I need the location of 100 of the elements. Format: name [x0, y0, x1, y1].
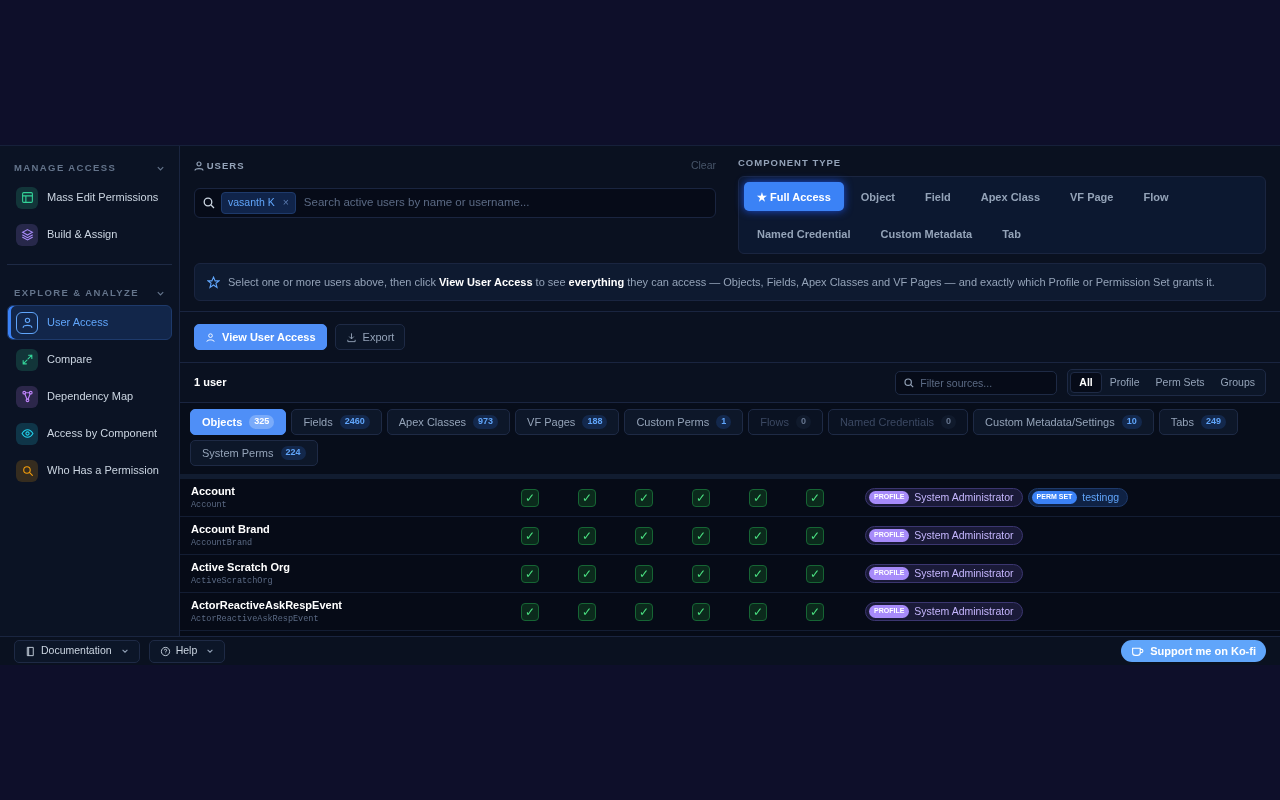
arrows-icon	[16, 348, 38, 371]
count-badge: 224	[280, 446, 306, 460]
permission-checkbox[interactable]: ✓	[578, 488, 596, 507]
count-badge: 2460	[339, 415, 370, 429]
download-icon	[345, 331, 357, 343]
permission-checkbox[interactable]: ✓	[692, 602, 710, 621]
component-type-option[interactable]: Named Credential	[744, 219, 864, 249]
user-icon	[205, 331, 216, 343]
category-tab[interactable]: Apex Classes 973	[386, 409, 511, 435]
help-button[interactable]: Help	[148, 639, 226, 663]
category-tab[interactable]: System Perms 224	[190, 440, 318, 466]
object-name: Account Brand	[191, 521, 271, 537]
permission-checkbox[interactable]: ✓	[578, 602, 596, 621]
api-name: ActorReactiveAskRespEvent	[191, 613, 320, 627]
section-title: USERS	[206, 158, 245, 173]
user-chip[interactable]: vasanth K ×	[221, 191, 296, 214]
sidebar-item[interactable]: Access by Component	[7, 416, 172, 451]
source-filter-option[interactable]: Groups	[1212, 371, 1263, 394]
book-icon	[25, 645, 36, 657]
permission-checkbox[interactable]: ✓	[521, 526, 539, 545]
permission-checkbox[interactable]: ✓	[635, 564, 653, 583]
search-icon	[16, 459, 38, 482]
permission-checkbox[interactable]: ✓	[806, 526, 824, 545]
category-tab[interactable]: Fields 2460	[291, 409, 382, 435]
component-type-option[interactable]: Object	[847, 182, 909, 212]
eye-icon	[16, 422, 38, 445]
component-type-option[interactable]: Field	[912, 182, 964, 212]
permission-checkbox[interactable]: ✓	[692, 526, 710, 545]
permission-checkbox[interactable]: ✓	[806, 564, 824, 583]
sidebar-item[interactable]: Mass Edit Permissions	[7, 180, 172, 215]
permission-checkbox[interactable]: ✓	[635, 488, 653, 507]
table-icon	[16, 186, 38, 209]
source-filter-option[interactable]: Perm Sets	[1147, 371, 1213, 394]
source-filter-option[interactable]: All	[1070, 371, 1102, 394]
user-count: 1 user	[194, 375, 227, 391]
search-icon	[904, 377, 915, 388]
count-badge: 249	[1201, 415, 1226, 429]
count-badge: 973	[473, 415, 499, 429]
api-name: AccountBrand	[191, 537, 254, 551]
component-type-option[interactable]: Apex Class	[967, 182, 1053, 212]
cup-icon	[1131, 645, 1145, 657]
help-icon	[159, 645, 171, 657]
count-badge: 0	[941, 415, 957, 429]
permission-checkbox[interactable]: ✓	[521, 564, 539, 583]
category-tab[interactable]: Tabs 249	[1158, 409, 1238, 435]
permission-checkbox[interactable]: ✓	[635, 602, 653, 621]
layers-icon	[16, 223, 38, 246]
api-name: ActiveScratchOrg	[191, 575, 274, 589]
object-name: Active Scratch Org	[191, 559, 292, 575]
section-heading: MANAGE ACCESS	[14, 160, 117, 175]
count-badge: 1	[716, 415, 732, 429]
count-badge: 325	[249, 415, 275, 429]
info-text: Select one or more users above, then click View User Access to see everything they can access — Objects, Fields, Apex Classes and VF Pages — and exactly which Profile or Permission Set grants it.	[228, 274, 1215, 290]
count-badge: 10	[1121, 415, 1142, 429]
nodes-icon	[16, 385, 38, 408]
user-icon	[194, 160, 204, 171]
permission-checkbox[interactable]: ✓	[578, 526, 596, 545]
user-search-field[interactable]: vasanth K × Search active users by name or username...	[194, 187, 716, 218]
caret-icon	[120, 647, 129, 655]
permission-checkbox[interactable]: ✓	[749, 602, 767, 621]
count-badge: 0	[795, 415, 811, 429]
permission-checkbox[interactable]: ✓	[749, 564, 767, 583]
sidebar-item[interactable]: User Access	[7, 305, 172, 340]
source-filter-option[interactable]: Profile	[1101, 371, 1148, 394]
category-tab[interactable]: VF Pages 188	[515, 409, 620, 435]
sidebar-item[interactable]: Build & Assign	[7, 217, 172, 252]
sidebar-item[interactable]: Dependency Map	[7, 379, 172, 414]
export-button[interactable]: Export	[334, 324, 406, 350]
component-type-option[interactable]: Tab	[989, 219, 1034, 249]
section-heading: EXPLORE & ANALYZE	[14, 285, 139, 300]
permission-checkbox[interactable]: ✓	[749, 526, 767, 545]
count-badge: 188	[582, 415, 608, 429]
caret-icon	[206, 647, 215, 655]
permission-checkbox[interactable]: ✓	[578, 564, 596, 583]
permission-checkbox[interactable]: ✓	[806, 488, 824, 507]
documentation-button[interactable]: Documentation	[14, 639, 140, 663]
category-tab[interactable]: Custom Perms 1	[624, 409, 744, 435]
remove-button[interactable]: ×	[282, 194, 289, 211]
component-type-option[interactable]: ★ Full Access	[744, 182, 844, 212]
permission-checkbox[interactable]: ✓	[635, 526, 653, 545]
permission-checkbox[interactable]: ✓	[692, 564, 710, 583]
sidebar-item[interactable]: Compare	[7, 342, 172, 377]
category-tab[interactable]: Custom Metadata/Settings 10	[973, 409, 1154, 435]
permission-checkbox[interactable]: ✓	[806, 602, 824, 621]
component-type-option[interactable]: Flow	[1130, 182, 1182, 212]
sidebar-item[interactable]: Who Has a Permission	[7, 453, 172, 488]
permission-checkbox[interactable]: ✓	[749, 488, 767, 507]
star-icon	[207, 275, 220, 289]
permission-checkbox[interactable]: ✓	[692, 488, 710, 507]
component-type-option[interactable]: Custom Metadata	[867, 219, 986, 249]
section-title: COMPONENT TYPE	[738, 156, 843, 170]
search-icon	[203, 196, 215, 209]
component-type-option[interactable]: VF Page	[1057, 182, 1127, 212]
object-name: Account	[191, 483, 236, 499]
object-name: ActorReactiveAskRespEvent	[191, 597, 343, 613]
filter-sources-field[interactable]: Filter sources...	[895, 370, 1058, 395]
api-name: Account	[191, 499, 228, 513]
user-icon	[16, 311, 38, 334]
permission-checkbox[interactable]: ✓	[521, 488, 539, 507]
permission-checkbox[interactable]: ✓	[521, 602, 539, 621]
